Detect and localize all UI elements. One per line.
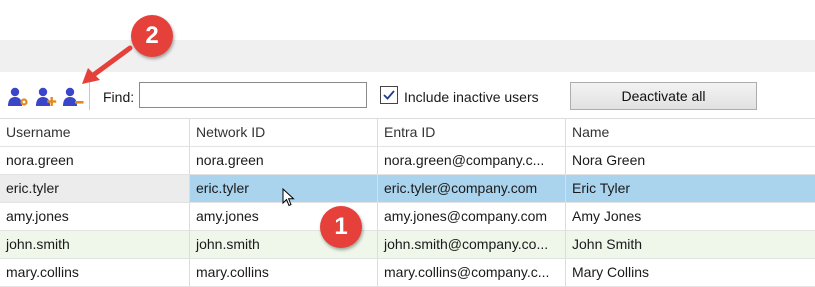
cell-name: Amy Jones (572, 208, 642, 224)
cell-entra-id: mary.collins@company.c... (378, 259, 566, 286)
table-row-selected[interactable]: eric.tyler eric.tyler eric.tyler@company… (0, 175, 815, 203)
callout-badge-2: 2 (131, 15, 173, 57)
deactivate-all-button[interactable]: Deactivate all (570, 82, 757, 110)
table-row[interactable]: amy.jones amy.jones amy.jones@company.co… (0, 203, 815, 231)
cell-name: Nora Green (572, 152, 646, 168)
user-settings-icon[interactable] (7, 87, 29, 107)
cell-name: John Smith (572, 236, 643, 252)
column-header-username[interactable]: Username (0, 119, 190, 146)
callout-badge-1: 1 (320, 206, 362, 248)
cell-name: Mary Collins (572, 264, 650, 280)
cell-entra-id: amy.jones@company.com (378, 203, 566, 230)
cell-username: eric.tyler (0, 175, 190, 202)
cell-network-id: mary.collins (190, 259, 378, 286)
cell-name: Eric Tyler (572, 180, 631, 196)
mouse-cursor-icon (282, 187, 296, 211)
column-header-name[interactable]: Name (566, 119, 815, 146)
cell-username: john.smith (0, 231, 190, 258)
cell-entra-id: john.smith@company.co... (378, 231, 566, 258)
cell-username: nora.green (0, 147, 190, 174)
column-header-entra-id[interactable]: Entra ID (378, 119, 566, 146)
table-row[interactable]: john.smith john.smith john.smith@company… (0, 231, 815, 259)
find-input[interactable] (139, 82, 367, 108)
cell-entra-id: eric.tyler@company.com (378, 175, 566, 202)
cell-username: amy.jones (0, 203, 190, 230)
include-inactive-label[interactable]: Include inactive users (404, 89, 539, 105)
cell-username: mary.collins (0, 259, 190, 286)
column-header-network-id[interactable]: Network ID (190, 119, 378, 146)
users-table: Username Network ID Entra ID Name nora.g… (0, 118, 815, 287)
checkmark-icon (383, 90, 395, 100)
include-inactive-checkbox[interactable] (380, 86, 398, 104)
table-row[interactable]: nora.green nora.green nora.green@company… (0, 147, 815, 175)
callout-arrow-icon (70, 40, 140, 93)
cell-entra-id: nora.green@company.c... (378, 147, 566, 174)
add-user-icon[interactable] (35, 87, 57, 107)
table-header-row: Username Network ID Entra ID Name (0, 119, 815, 147)
cell-network-id: nora.green (190, 147, 378, 174)
